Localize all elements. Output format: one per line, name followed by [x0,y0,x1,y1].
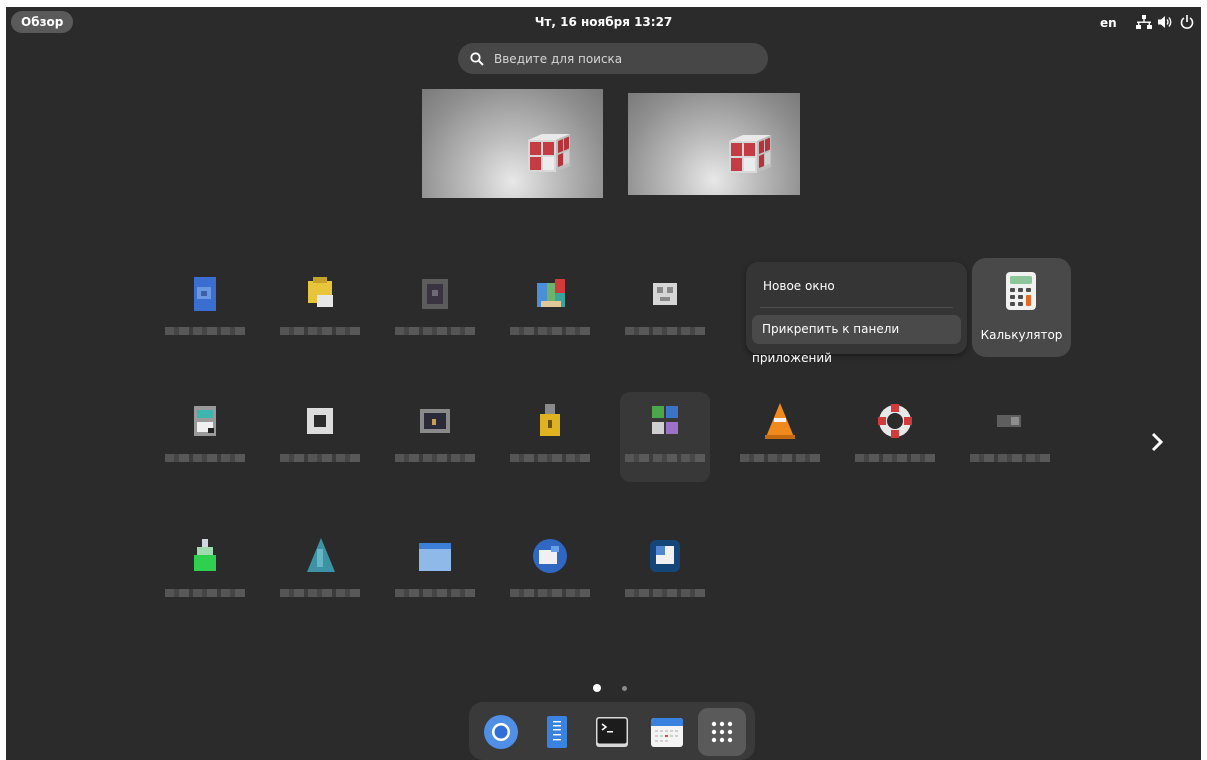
app-icon [308,277,333,307]
dock [469,702,755,760]
dock-show-apps-button[interactable] [698,708,746,756]
app-icon [537,279,565,307]
activities-button[interactable]: Обзор [11,11,74,33]
app-label-obscured [510,327,590,335]
calculator-icon [1006,272,1036,310]
page-indicator[interactable] [622,686,627,691]
app-label-obscured [970,454,1050,462]
app-label: Калькулятор [980,328,1063,342]
app-label-obscured [395,589,475,597]
app-tile[interactable] [390,392,480,482]
network-icon [1136,15,1152,29]
app-tile[interactable] [620,527,710,617]
app-icon [997,415,1021,427]
app-icon [307,538,335,572]
app-label-obscured [625,327,705,335]
dock-item-text-editor[interactable] [533,708,581,756]
app-tile-calculator[interactable]: Калькулятор [972,258,1071,357]
desktop-wallpaper-cube [729,135,771,173]
app-icon [307,408,333,434]
system-tray[interactable] [1136,13,1194,31]
terminal-icon [596,717,628,747]
app-label-obscured [740,454,820,462]
app-tile[interactable] [275,527,365,617]
app-tile[interactable] [275,392,365,482]
app-icon [652,406,678,434]
app-label-obscured [510,454,590,462]
app-icon [533,539,567,573]
app-icon [194,539,216,571]
search-icon [470,51,484,66]
desktop-wallpaper-cube [528,134,570,172]
dock-item-calendar[interactable] [643,708,691,756]
app-label-obscured [165,454,245,462]
calendar-icon [651,718,683,747]
app-tile[interactable] [390,527,480,617]
text-editor-icon [547,716,567,748]
app-label-obscured [855,454,935,462]
app-label-obscured [280,327,360,335]
app-tile[interactable] [390,265,480,355]
app-tile[interactable] [505,392,595,482]
search-input[interactable] [492,50,756,67]
app-icon [878,404,912,438]
menu-item-pin-to-dash[interactable]: Прикрепить к панели приложений [752,315,961,365]
app-label-obscured [165,327,245,335]
app-label-obscured [280,589,360,597]
app-tile[interactable] [505,527,595,617]
app-label-obscured [395,454,475,462]
app-tile[interactable] [160,265,250,355]
app-icon [194,406,216,436]
app-context-menu: Новое окно Прикрепить к панели приложени… [746,262,967,365]
app-tile[interactable] [160,392,250,482]
workspace-thumbnail[interactable] [628,93,800,195]
clock-button[interactable]: Чт, 16 ноября 13:27 [535,15,673,29]
app-icon [420,409,450,433]
app-label-obscured [510,589,590,597]
workspace-thumbnail[interactable] [422,89,603,198]
page-indicator-active[interactable] [593,684,601,692]
app-tile[interactable] [850,392,940,482]
app-icon [419,543,451,571]
app-label-obscured [625,454,705,462]
app-tile[interactable] [620,265,710,355]
app-icon [650,540,680,572]
app-icon [653,283,677,305]
app-label-obscured [165,589,245,597]
dock-item-terminal[interactable] [588,708,636,756]
desktop-overview: Обзор Чт, 16 ноября 13:27 en Введите для… [6,7,1201,760]
app-icon [194,277,216,311]
power-icon [1180,15,1194,29]
app-tile[interactable] [505,265,595,355]
show-apps-icon [711,721,733,743]
chromium-icon [484,715,518,749]
search-bar[interactable] [458,43,768,74]
app-label-obscured [280,454,360,462]
dock-item-chromium[interactable] [477,708,525,756]
top-bar: Обзор Чт, 16 ноября 13:27 en [6,7,1201,37]
app-icon [765,403,795,439]
app-tile[interactable] [275,265,365,355]
app-tile[interactable] [735,392,825,482]
next-page-arrow-icon[interactable] [1146,428,1168,456]
app-icon [540,404,560,436]
app-label-obscured [395,327,475,335]
clock: Чт, 16 ноября 13:27 [6,7,1201,37]
app-tile[interactable] [620,392,710,482]
keyboard-layout-indicator[interactable]: en [1100,7,1117,39]
menu-item-new-window[interactable]: Новое окно [763,279,835,293]
menu-separator [760,307,953,308]
app-icon [422,279,448,309]
volume-icon [1158,16,1172,28]
app-tile[interactable] [160,527,250,617]
app-tile[interactable] [965,392,1055,482]
app-label-obscured [625,589,705,597]
